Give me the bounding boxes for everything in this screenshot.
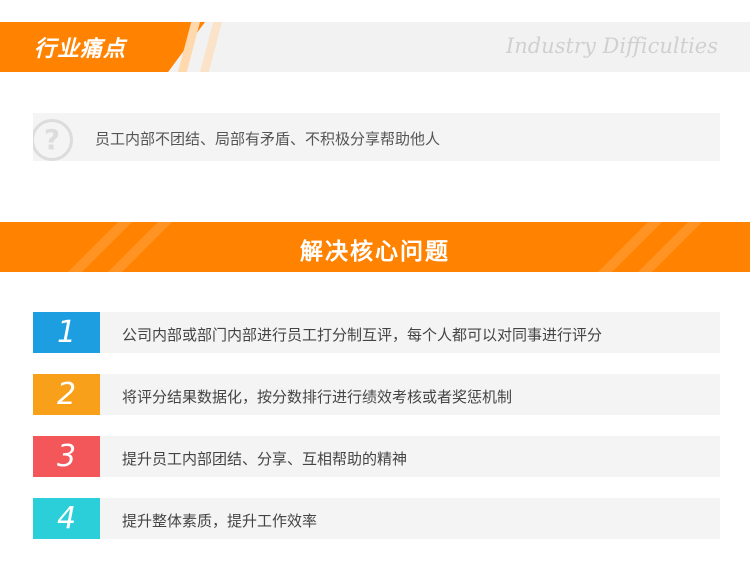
solution-item: 3 提升员工内部团结、分享、互相帮助的精神 — [33, 436, 720, 477]
header-bar: 行业痛点 Industry Difficulties — [0, 22, 750, 72]
solution-item: 2 将评分结果数据化，按分数排行进行绩效考核或者奖惩机制 — [33, 374, 720, 415]
solution-item: 4 提升整体素质，提升工作效率 — [33, 498, 720, 539]
solution-item: 1 公司内部或部门内部进行员工打分制互评，每个人都可以对同事进行评分 — [33, 312, 720, 353]
item-number-badge: 3 — [33, 436, 100, 477]
item-text: 将评分结果数据化，按分数排行进行绩效考核或者奖惩机制 — [122, 388, 513, 406]
header-stripe — [200, 22, 222, 72]
item-text: 提升员工内部团结、分享、互相帮助的精神 — [122, 450, 408, 468]
section-subtitle-en: Industry Difficulties — [505, 34, 718, 58]
section-title: 行业痛点 — [34, 37, 127, 62]
item-number-badge: 1 — [33, 312, 100, 353]
question-icon: ? — [33, 119, 73, 161]
item-text: 公司内部或部门内部进行员工打分制互评，每个人都可以对同事进行评分 — [122, 326, 603, 344]
item-text: 提升整体素质，提升工作效率 — [122, 512, 318, 530]
solve-banner: 解决核心问题 — [0, 222, 750, 272]
item-number-badge: 2 — [33, 374, 100, 415]
solve-title: 解决核心问题 — [300, 239, 450, 265]
pain-point-row: ? 员工内部不团结、局部有矛盾、不积极分享帮助他人 — [33, 113, 720, 161]
pain-point-text: 员工内部不团结、局部有矛盾、不积极分享帮助他人 — [95, 130, 441, 148]
item-number-badge: 4 — [33, 498, 100, 539]
